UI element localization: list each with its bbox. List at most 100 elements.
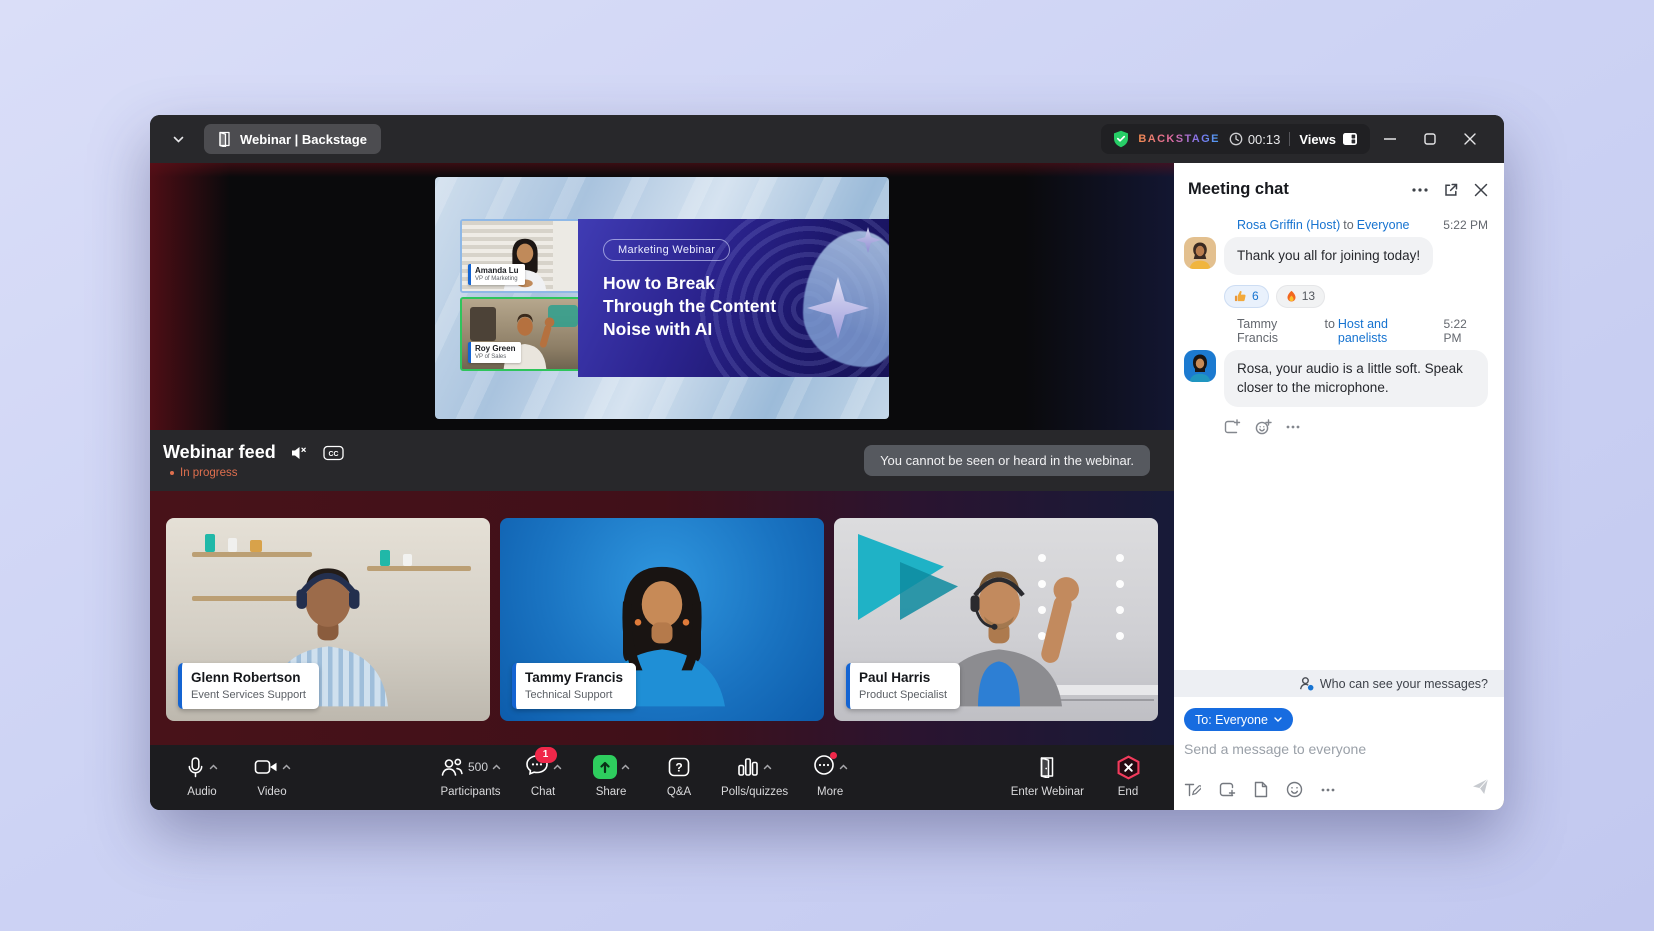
minimize-button[interactable] (1370, 124, 1410, 154)
polls-button[interactable]: Polls/quizzes (721, 754, 788, 798)
recipient-selector-label: To: Everyone (1195, 713, 1268, 727)
screen-capture-button[interactable] (1219, 782, 1236, 798)
message-more-button[interactable] (1286, 425, 1300, 429)
chat-more-button[interactable] (1412, 188, 1428, 192)
panelist-name: Glenn Robertson (191, 670, 306, 687)
more-horizontal-icon (1321, 788, 1335, 792)
slide-title: How to Break Through the Content Noise w… (603, 272, 889, 340)
sender-link[interactable]: Rosa Griffin (Host) (1237, 218, 1340, 232)
qa-label: Q&A (667, 786, 691, 798)
chevron-up-icon[interactable] (839, 764, 848, 770)
video-tile-tammy[interactable]: Tammy Francis Technical Support (500, 518, 824, 721)
webinar-feed-bar: Webinar feed CC In progress You cannot b… (150, 430, 1174, 491)
chat-composer: To: Everyone (1174, 697, 1504, 810)
chevron-down-icon (173, 136, 184, 143)
person-privacy-icon (1299, 676, 1314, 691)
chevron-up-icon[interactable] (621, 764, 630, 770)
end-button[interactable]: End (1102, 754, 1154, 798)
slide-title-line3: Noise with AI (603, 318, 889, 341)
camera-icon (254, 758, 278, 776)
webinar-stage: Amanda Lu VP of Marketing (150, 163, 1174, 430)
microphone-icon (186, 756, 205, 779)
participants-button[interactable]: 500 Participants (440, 754, 501, 798)
chevron-up-icon[interactable] (492, 764, 501, 770)
meeting-chat-panel: Meeting chat (1174, 163, 1504, 810)
reaction-thumbs-up[interactable]: 6 (1224, 285, 1269, 308)
chat-close-button[interactable] (1474, 183, 1488, 197)
reaction-fire[interactable]: 13 (1276, 285, 1325, 308)
message-input[interactable] (1184, 741, 1454, 757)
titlebar-right: BACKSTAGE 00:13 Views (1101, 124, 1490, 154)
who-can-see-label: Who can see your messages? (1320, 677, 1488, 691)
send-message-button[interactable] (1471, 777, 1490, 796)
shield-check-icon (1113, 130, 1129, 148)
shelf-item (205, 534, 215, 552)
layout-views-icon (1342, 132, 1358, 146)
slide-title-line2: Through the Content (603, 295, 889, 318)
recipient-selector[interactable]: To: Everyone (1184, 708, 1293, 731)
more-horizontal-icon (1286, 425, 1300, 429)
views-button[interactable]: Views (1299, 132, 1358, 147)
more-button[interactable]: More (804, 754, 856, 798)
collapse-chevron-button[interactable] (166, 127, 190, 151)
webinar-broadcast-preview: Amanda Lu VP of Marketing (435, 177, 889, 419)
chat-button[interactable]: 1 Chat (517, 754, 569, 798)
emoji-button[interactable] (1286, 781, 1303, 798)
attach-file-button[interactable] (1254, 781, 1268, 798)
composer-toolbar (1184, 781, 1490, 798)
reaction-count: 13 (1302, 289, 1315, 303)
chevron-up-icon[interactable] (209, 764, 218, 770)
chat-popout-button[interactable] (1443, 182, 1459, 198)
open-in-new-window-icon (1443, 182, 1459, 198)
send-icon (1471, 777, 1490, 796)
maximize-button[interactable] (1410, 124, 1450, 154)
video-tile-paul[interactable]: Paul Harris Product Specialist (834, 518, 1158, 721)
timer-value: 00:13 (1248, 132, 1281, 147)
format-text-icon (1184, 782, 1201, 798)
chevron-up-icon[interactable] (282, 764, 291, 770)
panelist-role: Event Services Support (191, 689, 306, 702)
recipient-link[interactable]: Host and panelists (1338, 317, 1441, 345)
tab-webinar-backstage[interactable]: Webinar | Backstage (204, 124, 381, 154)
message-bubble: Rosa, your audio is a little soft. Speak… (1224, 350, 1488, 407)
speaker-tile-amanda: Amanda Lu VP of Marketing (460, 219, 590, 293)
panelist-name: Tammy Francis (525, 670, 623, 687)
chat-message-list: Rosa Griffin (Host) to Everyone 5:22 PM … (1174, 205, 1504, 670)
feed-label: Webinar feed (163, 442, 276, 463)
more-horizontal-icon (1412, 188, 1428, 192)
share-button[interactable]: Share (585, 754, 637, 798)
message-hover-actions (1224, 419, 1488, 435)
video-button[interactable]: Video (246, 754, 298, 798)
add-reaction-button[interactable] (1255, 419, 1272, 435)
feed-mute-button[interactable] (290, 445, 309, 461)
emoji-icon (1286, 781, 1303, 798)
feed-status: In progress (163, 467, 344, 479)
qa-icon: ? (668, 757, 690, 777)
audio-button[interactable]: Audio (176, 754, 228, 798)
share-icon (593, 755, 617, 779)
who-can-see-banner[interactable]: Who can see your messages? (1174, 670, 1504, 697)
slide-title-panel: Marketing Webinar How to Break Through t… (578, 219, 889, 377)
composer-more-button[interactable] (1321, 788, 1335, 792)
backstage-badge: BACKSTAGE (1138, 133, 1219, 145)
format-text-button[interactable] (1184, 782, 1201, 798)
qa-button[interactable]: ? Q&A (653, 754, 705, 798)
quote-reply-button[interactable] (1224, 419, 1241, 434)
enter-webinar-button[interactable]: Enter Webinar (1011, 754, 1084, 798)
door-icon (218, 131, 231, 147)
webinar-window: Webinar | Backstage BACKSTAGE 00:13 View… (150, 115, 1504, 810)
screen-capture-icon (1219, 782, 1236, 798)
close-icon (1474, 183, 1488, 197)
close-button[interactable] (1450, 124, 1490, 154)
recipient-link[interactable]: Everyone (1357, 218, 1410, 232)
video-label: Video (257, 786, 286, 798)
participants-count: 500 (468, 760, 488, 774)
chevron-up-icon[interactable] (553, 764, 562, 770)
speaker-title: VP of Marketing (475, 276, 519, 283)
close-icon (1464, 133, 1476, 145)
video-tile-glenn[interactable]: Glenn Robertson Event Services Support (166, 518, 490, 721)
divider (1289, 132, 1290, 146)
sender-name: Tammy Francis (1237, 317, 1321, 345)
feed-captions-button[interactable]: CC (323, 445, 344, 461)
chevron-up-icon[interactable] (763, 764, 772, 770)
